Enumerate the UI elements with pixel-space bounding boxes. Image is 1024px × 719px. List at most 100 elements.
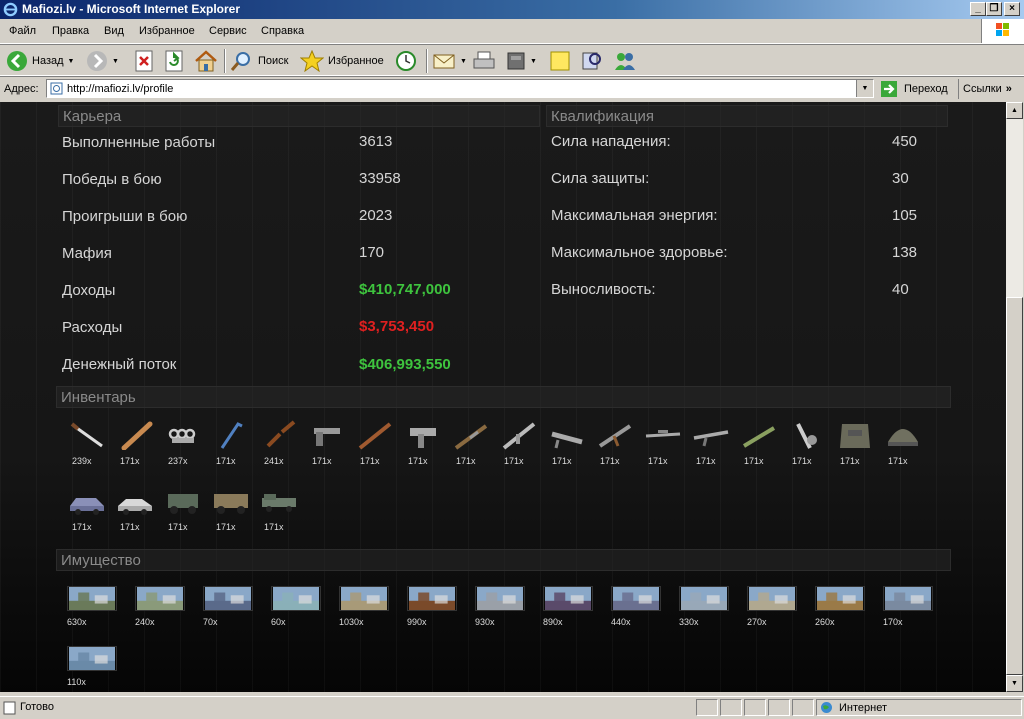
menu-favorites[interactable]: Избранное [139, 25, 195, 37]
inventory-item[interactable]: 171x [878, 420, 922, 466]
search-label: Поиск [258, 55, 289, 67]
discuss-button[interactable] [548, 49, 572, 73]
inventory-item[interactable]: 171x [638, 420, 682, 466]
property-item[interactable]: 60x [271, 586, 323, 634]
inventory-item[interactable]: 171x [542, 420, 586, 466]
property-item[interactable]: 170x [883, 586, 935, 634]
property-item[interactable]: 240x [135, 586, 187, 634]
inventory-count: 171x [840, 456, 860, 466]
menu-file[interactable]: Файл [9, 25, 36, 37]
favorites-button[interactable]: Избранное [300, 49, 384, 73]
scroll-thumb[interactable] [1006, 297, 1023, 675]
minimize-button[interactable]: _ [970, 2, 986, 16]
print-button[interactable] [472, 49, 496, 73]
refresh-button[interactable] [164, 49, 184, 73]
beach-resort-icon [271, 586, 321, 611]
inventory-item[interactable]: 171x [590, 420, 634, 466]
property-count: 70x [203, 617, 218, 627]
history-button[interactable] [394, 49, 418, 73]
chevron-down-icon[interactable]: ▼ [112, 58, 119, 65]
messenger-button[interactable] [612, 49, 638, 73]
chevron-down-icon[interactable]: ▼ [460, 58, 467, 65]
property-item[interactable]: 990x [407, 586, 459, 634]
property-count: 260x [815, 617, 835, 627]
property-item[interactable]: 270x [747, 586, 799, 634]
property-item[interactable]: 260x [815, 586, 867, 634]
edit-button[interactable]: ▼ [506, 49, 537, 73]
inventory-item[interactable]: 171x [158, 486, 202, 532]
forward-button[interactable]: ▼ [86, 49, 119, 73]
inventory-item[interactable]: 171x [206, 420, 250, 466]
property-item[interactable]: 630x [67, 586, 119, 634]
inventory-item[interactable]: 171x [734, 420, 778, 466]
inventory-item[interactable]: 171x [62, 486, 106, 532]
inventory-item[interactable]: 241x [254, 420, 298, 466]
inventory-item[interactable]: 239x [62, 420, 106, 466]
career-label: Доходы [62, 282, 116, 299]
inventory-item[interactable]: 171x [398, 420, 442, 466]
career-value: 3613 [359, 133, 393, 150]
address-dropdown-icon[interactable]: ▼ [856, 80, 873, 97]
address-url: http://mafiozi.lv/profile [67, 83, 174, 95]
career-value: 33958 [359, 170, 401, 187]
scroll-up-icon[interactable]: ▲ [1006, 102, 1023, 119]
inventory-item[interactable]: 171x [446, 420, 490, 466]
research-button[interactable] [580, 49, 604, 73]
inventory-item[interactable]: 171x [830, 420, 874, 466]
cashflow-value: $406,993,550 [359, 356, 451, 373]
menu-help[interactable]: Справка [261, 25, 304, 37]
back-button[interactable]: Назад ▼ [6, 49, 74, 73]
inventory-count: 171x [264, 522, 284, 532]
inventory-item[interactable]: 237x [158, 420, 202, 466]
inventory-count: 171x [888, 456, 908, 466]
maximize-button[interactable]: ❐ [986, 2, 1002, 16]
home-button[interactable] [194, 49, 218, 73]
property-item[interactable]: 440x [611, 586, 663, 634]
inventory-item[interactable]: 171x [686, 420, 730, 466]
inventory-item[interactable]: 171x [254, 486, 298, 532]
search-button[interactable]: Поиск [230, 49, 288, 73]
inventory-count: 171x [72, 522, 92, 532]
inventory-item[interactable]: 171x [302, 420, 346, 466]
menu-edit[interactable]: Правка [52, 25, 89, 37]
property-item[interactable]: 330x [679, 586, 731, 634]
back-label: Назад [32, 55, 64, 67]
coastal-city-icon [67, 646, 117, 671]
inventory-count: 171x [168, 522, 188, 532]
inventory-item[interactable]: 171x [110, 486, 154, 532]
inventory-count: 171x [504, 456, 524, 466]
inventory-item[interactable]: 171x [494, 420, 538, 466]
address-input[interactable]: http://mafiozi.lv/profile ▼ [46, 79, 874, 98]
property-count: 930x [475, 617, 495, 627]
property-item[interactable]: 70x [203, 586, 255, 634]
go-button[interactable]: Переход [880, 79, 948, 99]
property-item[interactable]: 930x [475, 586, 527, 634]
inventory-item[interactable]: 171x [206, 486, 250, 532]
property-item[interactable]: 1030x [339, 586, 391, 634]
inventory-item[interactable]: 171x [110, 420, 154, 466]
go-label: Переход [904, 83, 948, 95]
property-item[interactable]: 890x [543, 586, 595, 634]
inventory-item[interactable]: 171x [350, 420, 394, 466]
mail-button[interactable]: ▼ [432, 49, 467, 73]
inventory-count: 241x [264, 456, 284, 466]
close-button[interactable]: × [1004, 2, 1020, 16]
stop-button[interactable] [134, 49, 154, 73]
career-label: Денежный поток [62, 356, 177, 373]
menu-tools[interactable]: Сервис [209, 25, 247, 37]
chevron-down-icon[interactable]: ▼ [530, 58, 537, 65]
property-count: 440x [611, 617, 631, 627]
career-header: Карьера [58, 105, 540, 127]
status-text: Готово [20, 701, 54, 713]
vertical-scrollbar[interactable]: ▲ ▼ [1006, 102, 1023, 692]
chevron-down-icon[interactable]: ▼ [68, 58, 75, 65]
inventory-count: 171x [216, 456, 236, 466]
menu-view[interactable]: Вид [104, 25, 124, 37]
scroll-down-icon[interactable]: ▼ [1006, 675, 1023, 692]
inventory-item[interactable]: 171x [782, 420, 826, 466]
property-count: 240x [135, 617, 155, 627]
property-item[interactable]: 110x [67, 646, 119, 692]
property-count: 170x [883, 617, 903, 627]
links-button[interactable]: Ссылки » [958, 79, 1012, 99]
printer-icon [473, 51, 495, 69]
